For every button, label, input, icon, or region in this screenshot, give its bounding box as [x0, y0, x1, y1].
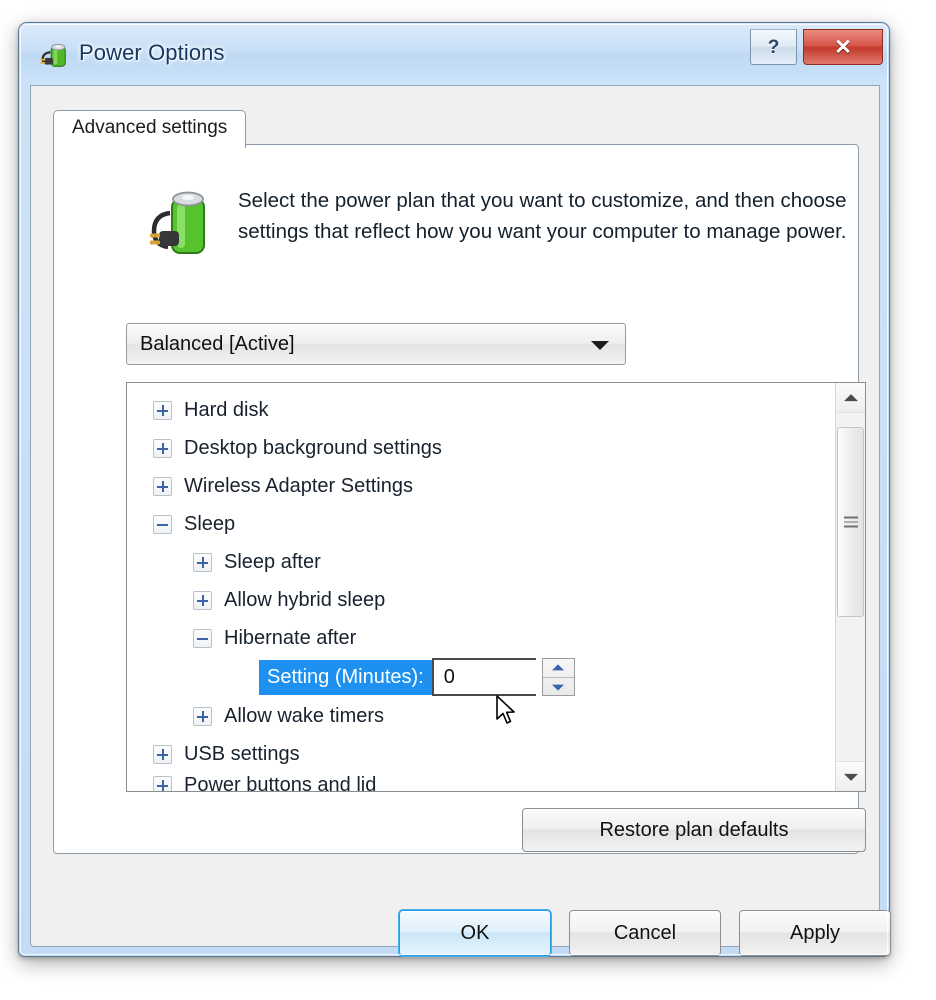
tree-item-wireless-adapter-settings[interactable]: Wireless Adapter Settings	[127, 467, 827, 505]
power-settings-tree[interactable]: Hard disk Desktop background settings Wi…	[126, 382, 866, 792]
setting-minutes-label: Setting (Minutes):	[259, 659, 432, 695]
apply-button[interactable]: Apply	[739, 910, 891, 956]
restore-button-label: Restore plan defaults	[599, 818, 789, 841]
tree-item-hard-disk[interactable]: Hard disk	[127, 391, 827, 429]
tree-item-label: Hibernate after	[224, 626, 357, 649]
apply-button-label: Apply	[789, 921, 841, 944]
tab-page: Select the power plan that you want to c…	[53, 144, 866, 854]
tree-item-label: Allow hybrid sleep	[224, 588, 386, 611]
ok-button[interactable]: OK	[399, 910, 551, 956]
restore-plan-defaults-button[interactable]: Restore plan defaults	[522, 808, 866, 852]
tree-item-label: Sleep	[184, 512, 236, 535]
question-mark-icon: ?	[767, 36, 780, 58]
expand-plus-icon[interactable]	[153, 400, 172, 420]
tree-item-allow-wake-timers[interactable]: Allow wake timers	[127, 697, 827, 735]
tab-label: Advanced settings	[72, 117, 228, 138]
close-icon: ✕	[834, 35, 852, 59]
hibernate-setting-row: Setting (Minutes): 0	[127, 657, 827, 697]
tree-item-list: Hard disk Desktop background settings Wi…	[127, 391, 827, 792]
tree-item-sleep-after[interactable]: Sleep after	[127, 543, 827, 581]
power-plan-select[interactable]: Balanced [Active]	[126, 323, 626, 365]
help-button[interactable]: ?	[750, 29, 797, 65]
power-plan-value: Balanced [Active]	[140, 333, 295, 355]
expand-plus-icon[interactable]	[153, 476, 172, 496]
expand-plus-icon[interactable]	[153, 438, 172, 458]
expand-plus-icon[interactable]	[153, 775, 172, 791]
tab-advanced-settings[interactable]: Advanced settings	[53, 110, 247, 148]
tree-item-sleep[interactable]: Sleep	[127, 505, 827, 543]
expand-plus-icon[interactable]	[193, 706, 212, 726]
tree-item-label: Desktop background settings	[184, 436, 442, 459]
dialog-body: Advanced settings Select the power plan …	[30, 85, 891, 956]
minutes-input[interactable]: 0	[431, 658, 536, 696]
window-title: Power Options	[79, 40, 225, 65]
cancel-button[interactable]: Cancel	[569, 910, 721, 956]
tree-item-label: Allow wake timers	[224, 704, 385, 727]
spinner-up-arrow-icon[interactable]	[543, 659, 574, 677]
stepper-buttons[interactable]	[541, 658, 575, 696]
tab-strip: Advanced settings	[53, 108, 859, 148]
minutes-stepper[interactable]: 0	[431, 658, 575, 696]
tree-item-label: Sleep after	[224, 550, 321, 573]
tree-item-label: USB settings	[184, 742, 300, 765]
power-options-window: Power Options ? ✕ Advanced settings Sele…	[18, 22, 891, 957]
expand-plus-icon[interactable]	[153, 744, 172, 764]
spinner-down-arrow-icon[interactable]	[542, 677, 574, 695]
tree-item-power-buttons-and-lid[interactable]: Power buttons and lid	[127, 773, 827, 792]
chevron-down-icon	[591, 341, 609, 350]
tree-item-allow-hybrid-sleep[interactable]: Allow hybrid sleep	[127, 581, 827, 619]
power-plug-battery-icon	[40, 43, 66, 67]
scroll-down-arrow-icon[interactable]	[836, 761, 865, 791]
scrollbar-grip-icon	[844, 516, 858, 528]
collapse-minus-icon[interactable]	[193, 628, 212, 648]
expand-plus-icon[interactable]	[193, 552, 212, 572]
tree-scrollbar[interactable]	[835, 383, 865, 791]
close-button[interactable]: ✕	[803, 29, 883, 65]
intro-text: Select the power plan that you want to c…	[238, 189, 847, 243]
tree-item-label: Power buttons and lid	[184, 773, 377, 792]
scrollbar-thumb[interactable]	[837, 427, 864, 617]
cancel-button-label: Cancel	[613, 921, 677, 944]
ok-button-label: OK	[460, 921, 490, 944]
collapse-minus-icon[interactable]	[153, 514, 172, 534]
expand-plus-icon[interactable]	[193, 590, 212, 610]
tree-item-hibernate-after[interactable]: Hibernate after	[127, 619, 827, 657]
tree-item-desktop-background-settings[interactable]: Desktop background settings	[127, 429, 827, 467]
tree-item-label: Hard disk	[184, 398, 269, 421]
tree-item-usb-settings[interactable]: USB settings	[127, 735, 827, 773]
title-bar: Power Options ? ✕	[19, 23, 889, 85]
tree-item-label: Wireless Adapter Settings	[184, 474, 413, 497]
scroll-up-arrow-icon[interactable]	[836, 383, 865, 413]
battery-power-icon	[150, 191, 205, 254]
